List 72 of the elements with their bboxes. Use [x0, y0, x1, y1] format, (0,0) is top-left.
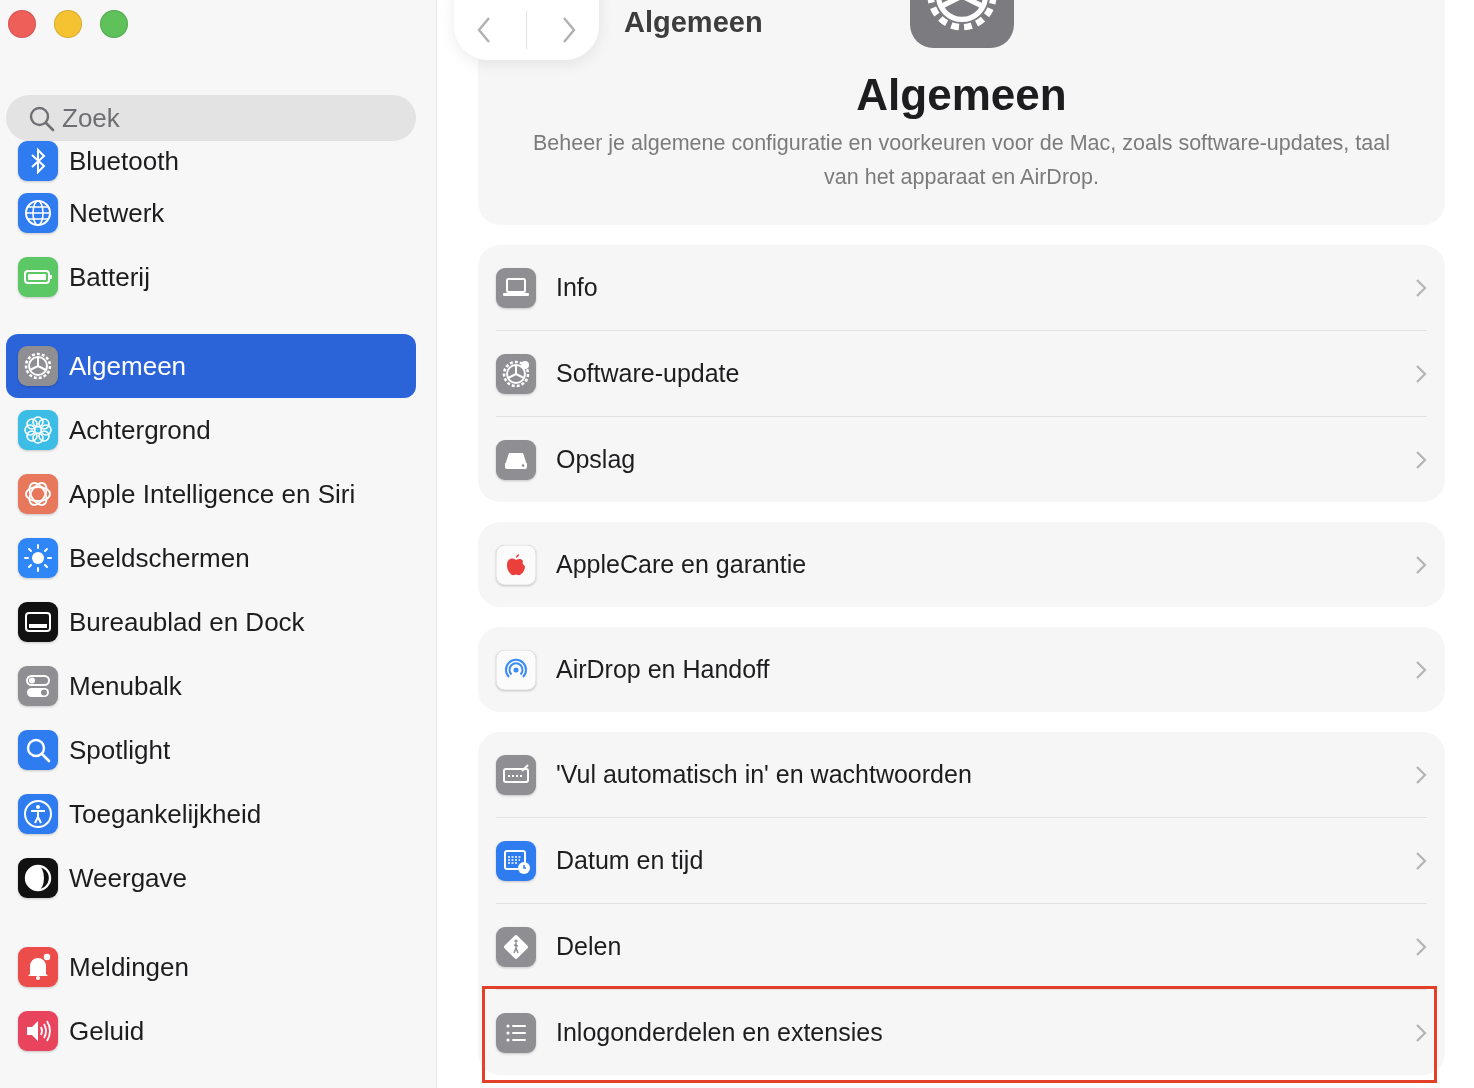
- chevron-icon: [1415, 363, 1427, 384]
- row-label: Inlogonderdelen en extensies: [556, 1018, 884, 1047]
- chevron-icon: [1415, 449, 1427, 470]
- sidebar-item[interactable]: Algemeen: [6, 334, 416, 398]
- settings-row[interactable]: 'Vul automatisch in' en wachtwoorden: [496, 732, 1427, 817]
- row-label: AppleCare en garantie: [556, 550, 808, 579]
- settings-row[interactable]: AppleCare en garantie: [496, 522, 1427, 607]
- row-label: Datum en tijd: [556, 846, 705, 875]
- speaker-icon: [18, 1011, 58, 1051]
- row-label: Info: [556, 273, 599, 302]
- chevron-icon: [1415, 659, 1427, 680]
- page-title: Algemeen: [856, 70, 1067, 120]
- gear-icon: [18, 346, 58, 386]
- sidebar-item[interactable]: Menubalk: [6, 654, 416, 718]
- bell-icon: [18, 947, 58, 987]
- zoom-button[interactable]: [100, 10, 128, 38]
- sidebar-item[interactable]: Beeldschermen: [6, 526, 416, 590]
- ring-icon: [18, 474, 58, 514]
- sidebar-item[interactable]: Meldingen: [6, 935, 416, 999]
- gear-icon: [496, 353, 536, 394]
- chevron-icon: [1415, 1022, 1427, 1043]
- list-icon: [496, 1012, 536, 1053]
- sidebar-item[interactable]: Apple Intelligence en Siri: [6, 462, 416, 526]
- accessibility-icon: [18, 794, 58, 834]
- row-label: AirDrop en Handoff: [556, 655, 771, 684]
- search-icon: [28, 105, 56, 133]
- row-label: Opslag: [556, 445, 637, 474]
- toggle-icon: [18, 666, 58, 706]
- battery-icon: [18, 257, 58, 297]
- settings-row[interactable]: Datum en tijd: [496, 817, 1427, 903]
- page-description: Beheer je algemene configuratie en voorkeuren voor de Mac, zoals software-updates, taal van het apparaat en AirDrop.: [532, 130, 1391, 191]
- sidebar-item[interactable]: Weergave: [6, 846, 416, 910]
- sun-icon: [18, 538, 58, 578]
- settings-row[interactable]: Inlogonderdelen en extensies: [496, 989, 1427, 1075]
- row-label: Software-update: [556, 359, 741, 388]
- close-button[interactable]: [8, 10, 36, 38]
- walker-sign-icon: [496, 926, 536, 967]
- sidebar-item[interactable]: Netwerk: [6, 181, 416, 245]
- signal-rings-icon: [496, 649, 536, 690]
- drive-icon: [496, 439, 536, 480]
- row-label: 'Vul automatisch in' en wachtwoorden: [556, 760, 973, 789]
- settings-row[interactable]: Opslag: [496, 416, 1427, 502]
- search-icon: [18, 730, 58, 770]
- sidebar-item[interactable]: Toegankelijkheid: [6, 782, 416, 846]
- globe-icon: [18, 193, 58, 233]
- chevron-icon: [1415, 936, 1427, 957]
- sidebar-item[interactable]: Spotlight: [6, 718, 416, 782]
- calendar-icon: [496, 840, 536, 881]
- contrast-icon: [18, 858, 58, 898]
- sidebar-item[interactable]: Geluid: [6, 999, 416, 1063]
- apple-icon: [496, 544, 536, 585]
- chevron-icon: [1415, 850, 1427, 871]
- window-icon: [18, 602, 58, 642]
- window-title: Algemeen: [624, 6, 763, 39]
- settings-row[interactable]: Software-update: [496, 330, 1427, 416]
- sidebar-item[interactable]: Batterij: [6, 245, 416, 309]
- search-field[interactable]: Zoek: [6, 95, 416, 141]
- minimize-button[interactable]: [54, 10, 82, 38]
- settings-row[interactable]: Info: [496, 245, 1427, 330]
- sidebar-item[interactable]: Achtergrond: [6, 398, 416, 462]
- flower-icon: [18, 410, 58, 450]
- chevron-icon: [1415, 277, 1427, 298]
- settings-row[interactable]: AirDrop en Handoff: [496, 627, 1427, 712]
- keyboard-icon: [496, 754, 536, 795]
- row-label: Delen: [556, 932, 623, 961]
- bluetooth-icon: [18, 141, 58, 181]
- chevron-icon: [1415, 764, 1427, 785]
- sidebar-item[interactable]: Bluetooth: [6, 141, 416, 181]
- chevron-icon: [1415, 554, 1427, 575]
- sidebar-item[interactable]: Bureaublad en Dock: [6, 590, 416, 654]
- settings-row[interactable]: Delen: [496, 903, 1427, 989]
- laptop-icon: [496, 267, 536, 308]
